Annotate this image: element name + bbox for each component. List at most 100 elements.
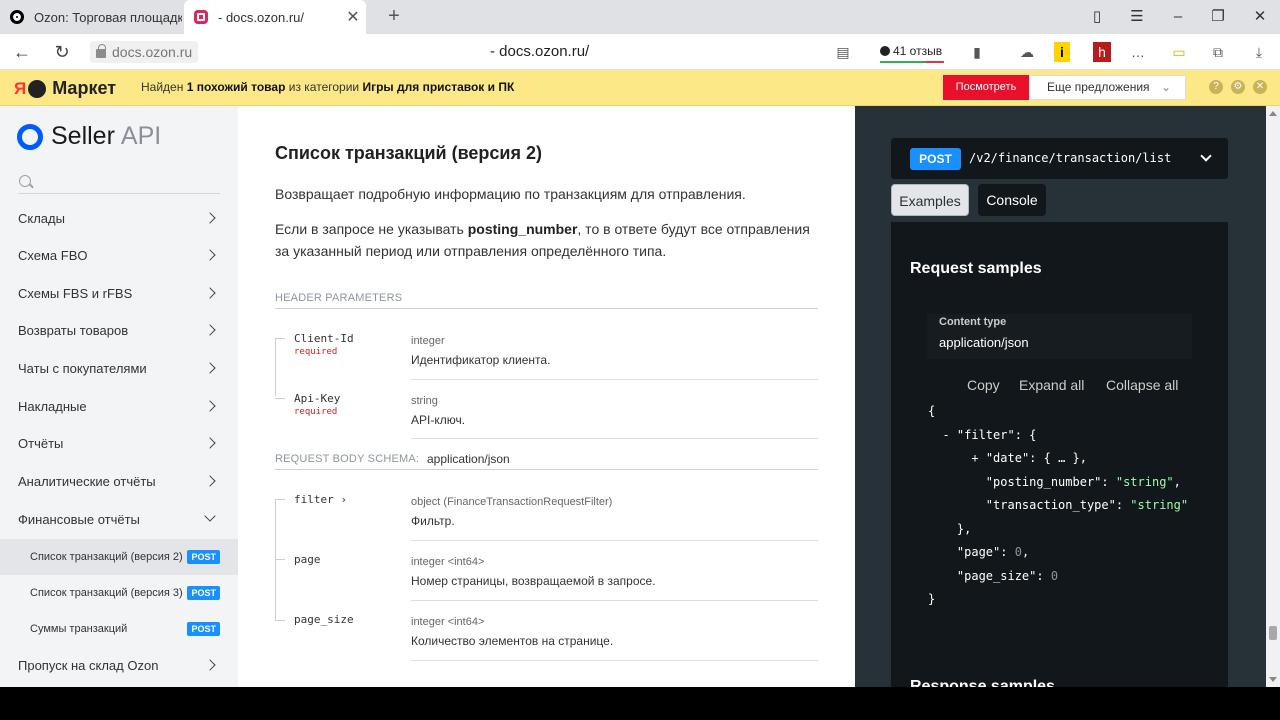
param-required: required <box>294 347 338 357</box>
page-scrollbar[interactable] <box>1266 106 1280 687</box>
chevron-right-icon <box>204 212 216 224</box>
rating-bar <box>880 61 944 63</box>
sidebar-subitem-totals[interactable]: Суммы транзакций POST <box>0 611 238 647</box>
sidebar-item-fbs[interactable]: Схемы FBS и rFBS <box>0 275 238 312</box>
content-type-select[interactable]: Content type application/json <box>927 314 1192 359</box>
param-type: string <box>411 395 438 407</box>
extensions-icon[interactable]: ⧉ <box>1209 42 1227 62</box>
param-required: required <box>294 407 338 417</box>
address-bar: ← ↻ docs.ozon.ru - docs.ozon.ru/ ▤ 41 от… <box>0 34 1280 70</box>
search-input[interactable] <box>18 172 220 194</box>
divider <box>411 660 818 661</box>
ozon-favicon-icon <box>10 10 24 24</box>
collapse-all-button[interactable]: Collapse all <box>1106 377 1178 393</box>
settings-icon[interactable]: ⚙ <box>1231 80 1245 94</box>
sidebar-subitem-label: Список транзакций (версия 3) <box>30 587 183 599</box>
tab-label: - docs.ozon.ru/ <box>218 9 304 25</box>
scroll-down-icon[interactable] <box>1269 677 1277 682</box>
param-name: page_size <box>294 613 354 626</box>
sidebar-item-fbo[interactable]: Схема FBO <box>0 237 238 274</box>
sidebar-subitem-transactions-v2[interactable]: Список транзакций (версия 2) POST <box>0 539 238 575</box>
download-icon[interactable]: ⤓ <box>1250 42 1268 62</box>
seller-api-logo[interactable]: Seller API <box>17 122 161 151</box>
sidebar-item-reports[interactable]: Отчёты <box>0 425 238 462</box>
tab-docs[interactable]: - docs.ozon.ru/ ✕ <box>184 0 366 34</box>
tree-branch <box>275 559 285 560</box>
page-title: Список транзакций (версия 2) <box>275 143 542 163</box>
bookmark-icon[interactable]: ▮ <box>968 42 986 62</box>
tab-console[interactable]: Console <box>978 184 1046 216</box>
market-message-mid: из категории <box>288 80 360 94</box>
param-type: object (FinanceTransactionRequestFilter) <box>411 496 613 508</box>
tab-label: Ozon: Торговая площадка <box>34 9 182 25</box>
cloud-icon[interactable]: ☁ <box>1016 42 1038 62</box>
extension-h-icon[interactable]: h <box>1093 42 1111 62</box>
market-logo-icon <box>28 79 47 98</box>
back-icon[interactable]: ← <box>10 40 34 64</box>
sidebar-item-chats[interactable]: Чаты с покупателями <box>0 350 238 387</box>
sidebar-item-analytics[interactable]: Аналитические отчёты <box>0 463 238 500</box>
new-tab-button[interactable]: + <box>382 5 406 29</box>
chevron-right-icon <box>204 362 216 374</box>
tree-branch <box>275 338 285 339</box>
sidebar: Seller API Склады Схема FBO Схемы FBS и … <box>0 106 238 687</box>
docs-favicon-icon <box>194 10 208 24</box>
copy-button[interactable]: Copy <box>967 377 1000 393</box>
maximize-icon[interactable]: ❐ <box>1198 0 1238 34</box>
body-schema-type: application/json <box>427 452 510 466</box>
close-tab-icon[interactable]: ✕ <box>340 7 366 27</box>
endpoint-selector[interactable]: POST /v2/finance/transaction/list <box>891 138 1228 179</box>
divider <box>411 600 818 601</box>
minimize-icon[interactable]: – <box>1158 0 1198 34</box>
chevron-right-icon <box>204 400 216 412</box>
divider <box>275 308 818 309</box>
close-window-icon[interactable]: ✕ <box>1240 0 1280 34</box>
reviews-widget[interactable]: 41 отзыв <box>880 40 944 63</box>
sidebar-item-label: Схемы FBS и rFBS <box>18 286 133 301</box>
sidebar-item-returns[interactable]: Возвраты товаров <box>0 312 238 349</box>
sidebar-item-warehouses[interactable]: Склады <box>0 200 238 237</box>
market-look-button[interactable]: Посмотреть <box>943 75 1029 100</box>
search-icon <box>19 175 31 187</box>
reload-icon[interactable]: ↻ <box>50 40 74 64</box>
param-desc: Фильтр. <box>411 514 455 528</box>
sidebar-subitem-label: Суммы транзакций <box>30 623 128 635</box>
sidebar-subitem-label: Список транзакций (версия 2) <box>30 551 183 563</box>
close-market-icon[interactable]: ✕ <box>1253 80 1267 94</box>
response-samples-heading: Response samples <box>910 678 1055 687</box>
more-icon[interactable]: … <box>1130 42 1146 62</box>
reader-mode-icon[interactable]: ▤ <box>835 42 851 62</box>
expand-toggle[interactable]: + <box>971 451 978 465</box>
method-badge: POST <box>910 148 961 170</box>
param-name-filter[interactable]: filter › <box>294 493 347 506</box>
tab-ozon[interactable]: Ozon: Торговая площадка <box>0 0 182 34</box>
sidebar-item-warehouse-pass[interactable]: Пропуск на склад Ozon <box>0 647 238 684</box>
expand-all-button[interactable]: Expand all <box>1019 377 1084 393</box>
extension-i-icon[interactable]: i <box>1054 42 1070 62</box>
sidebar-item-finance[interactable]: Финансовые отчёты <box>0 501 238 538</box>
collapse-toggle[interactable]: - <box>942 428 949 442</box>
sidebar-item-invoices[interactable]: Накладные <box>0 388 238 425</box>
chevron-right-icon <box>204 475 216 487</box>
url-chip[interactable]: docs.ozon.ru <box>90 41 199 63</box>
menu-icon[interactable]: ☰ <box>1117 0 1157 34</box>
scroll-thumb[interactable] <box>1269 626 1277 640</box>
request-samples: Request samples Content type application… <box>891 222 1228 687</box>
sidebar-subitem-transactions-v3[interactable]: Список транзакций (версия 3) POST <box>0 575 238 611</box>
chevron-right-icon <box>204 249 216 261</box>
divider <box>411 540 818 541</box>
chevron-right-icon <box>204 287 216 299</box>
tab-examples[interactable]: Examples <box>891 184 969 216</box>
url-field[interactable]: - docs.ozon.ru/ <box>490 43 589 60</box>
battery-icon[interactable]: ▭ <box>1170 42 1188 62</box>
market-logo[interactable]: Я Маркет <box>14 78 116 99</box>
collections-icon[interactable]: ▯ <box>1077 0 1117 34</box>
param-desc: Количество элементов на странице. <box>411 634 614 648</box>
tree-branch <box>275 620 285 621</box>
help-icon[interactable]: ? <box>1209 80 1223 94</box>
header-params-label: HEADER PARAMETERS <box>275 292 403 304</box>
market-more-offers-select[interactable]: Еще предложения ⌄ <box>1029 75 1186 100</box>
scroll-up-icon[interactable] <box>1269 111 1277 116</box>
divider <box>411 438 818 439</box>
param-type: integer <box>411 335 445 347</box>
